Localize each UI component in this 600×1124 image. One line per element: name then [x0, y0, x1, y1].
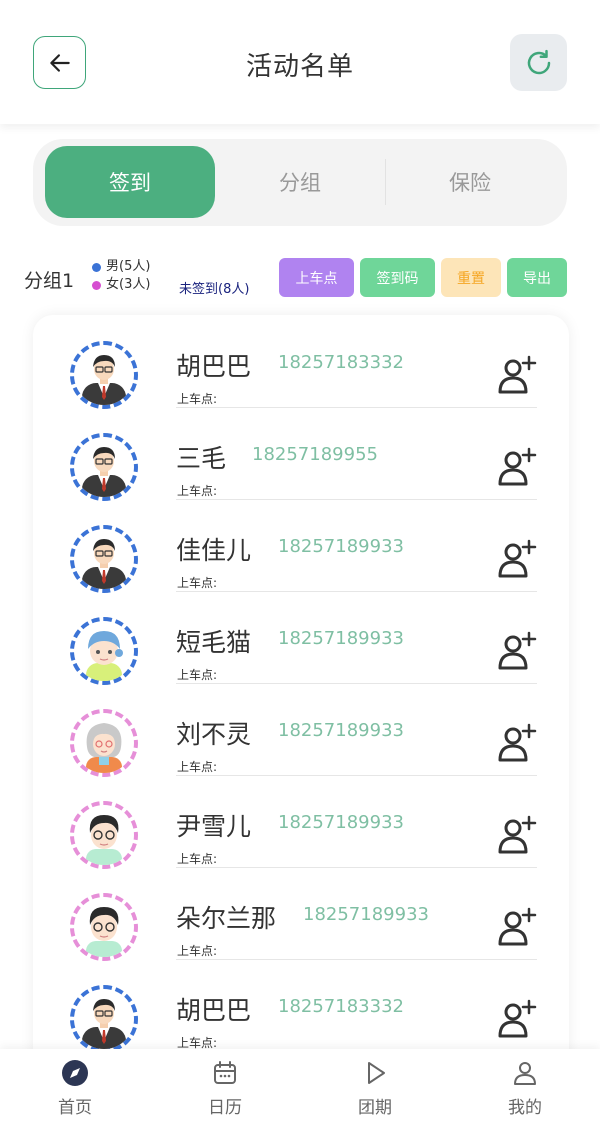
avatar	[70, 801, 138, 869]
nav-item-calendar[interactable]: 日历	[175, 1059, 275, 1118]
add-user-icon[interactable]	[497, 539, 537, 579]
member-name: 胡巴巴	[176, 996, 252, 1025]
member-name: 短毛猫	[176, 628, 252, 657]
male-count: 男(5人)	[106, 259, 151, 274]
compass-icon	[62, 1060, 88, 1086]
member-phone[interactable]: 18257189933	[278, 628, 404, 649]
boarding-point-label: 上车点:	[177, 760, 218, 774]
header: 活动名单	[0, 0, 600, 124]
list-item[interactable]: 短毛猫 18257189933 上车点:	[33, 591, 569, 685]
grandma-avatar-icon	[86, 723, 122, 773]
boarding-point-label: 上车点:	[177, 392, 218, 406]
list-item[interactable]: 朵尔兰那 18257189933 上车点:	[33, 867, 569, 961]
boy-suit-avatar-icon	[82, 355, 126, 405]
add-user-icon[interactable]	[497, 447, 537, 487]
boy-suit-avatar-icon	[82, 447, 126, 497]
nav-item-mine[interactable]: 我的	[475, 1059, 575, 1118]
member-list: 胡巴巴 18257183332 上车点: 三毛 18257189955 上车点:	[33, 315, 569, 1075]
member-phone[interactable]: 18257189933	[278, 536, 404, 557]
member-phone[interactable]: 18257189933	[278, 812, 404, 833]
boy-suit-avatar-icon	[82, 539, 126, 589]
female-count: 女(3人)	[106, 277, 151, 292]
avatar	[70, 525, 138, 593]
segmented-tabs: 签到 分组 保险	[33, 139, 567, 226]
member-name: 尹雪儿	[176, 812, 252, 841]
add-user-icon[interactable]	[497, 907, 537, 947]
list-item[interactable]: 佳佳儿 18257189933 上车点:	[33, 499, 569, 593]
nav-label-home: 首页	[58, 1098, 92, 1118]
add-user-icon[interactable]	[497, 815, 537, 855]
nav-label-mine: 我的	[508, 1098, 542, 1118]
tab-group[interactable]: 分组	[215, 146, 385, 218]
nav-item-tour[interactable]: 团期	[325, 1059, 425, 1118]
nav-item-home[interactable]: 首页	[25, 1059, 125, 1118]
member-phone[interactable]: 18257189955	[252, 444, 378, 465]
calendar-icon	[214, 1061, 236, 1084]
member-name: 朵尔兰那	[176, 904, 277, 933]
signin-code-button[interactable]: 签到码	[360, 258, 435, 297]
avatar	[70, 985, 138, 1053]
group-name: 分组1	[24, 270, 75, 292]
avatar	[70, 341, 138, 409]
boarding-point-label: 上车点:	[177, 944, 218, 958]
refresh-button[interactable]	[510, 34, 567, 91]
avatar	[70, 709, 138, 777]
add-user-icon[interactable]	[497, 355, 537, 395]
member-phone[interactable]: 18257189933	[278, 720, 404, 741]
boarding-point-label: 上车点:	[177, 484, 218, 498]
unsigned-count: 未签到(8人)	[179, 282, 250, 297]
user-icon	[514, 1062, 536, 1085]
boarding-point-label: 上车点:	[177, 668, 218, 682]
member-phone[interactable]: 18257183332	[278, 352, 404, 373]
list-item[interactable]: 胡巴巴 18257183332 上车点:	[33, 959, 569, 1053]
bottom-nav: 首页 日历 团期 我的	[0, 1049, 600, 1124]
boy-glasses-avatar-icon	[86, 907, 122, 957]
tab-signin[interactable]: 签到	[45, 146, 215, 218]
avatar	[70, 893, 138, 961]
member-name: 刘不灵	[176, 720, 252, 749]
list-item[interactable]: 胡巴巴 18257183332 上车点:	[33, 315, 569, 409]
reset-button[interactable]: 重置	[441, 258, 501, 297]
member-name: 三毛	[176, 444, 227, 473]
boarding-point-label: 上车点:	[177, 576, 218, 590]
boarding-point-label: 上车点:	[177, 852, 218, 866]
gender-legend: 男(5人) 女(3人)	[92, 258, 150, 294]
nav-label-calendar: 日历	[208, 1098, 242, 1118]
male-dot	[92, 262, 101, 272]
member-phone[interactable]: 18257189933	[303, 904, 429, 925]
member-name: 佳佳儿	[176, 536, 252, 565]
play-icon	[368, 1062, 385, 1084]
tab-insurance[interactable]: 保险	[385, 146, 555, 218]
export-button[interactable]: 导出	[507, 258, 567, 297]
list-item[interactable]: 尹雪儿 18257189933 上车点:	[33, 775, 569, 869]
kid-blue-hat-avatar-icon	[86, 631, 123, 681]
list-item[interactable]: 刘不灵 18257189933 上车点:	[33, 683, 569, 777]
boy-suit-avatar-icon	[82, 999, 126, 1049]
member-name: 胡巴巴	[176, 352, 252, 381]
nav-label-tour: 团期	[358, 1098, 392, 1118]
refresh-icon	[527, 49, 550, 74]
add-user-icon[interactable]	[497, 723, 537, 763]
female-dot	[92, 280, 101, 290]
add-user-icon[interactable]	[497, 631, 537, 671]
avatar	[70, 433, 138, 501]
add-user-icon[interactable]	[497, 999, 537, 1039]
boy-glasses-avatar-icon	[86, 815, 122, 865]
boarding-point-button[interactable]: 上车点	[279, 258, 354, 297]
list-item[interactable]: 三毛 18257189955 上车点:	[33, 407, 569, 501]
member-phone[interactable]: 18257183332	[278, 996, 404, 1017]
avatar	[70, 617, 138, 685]
